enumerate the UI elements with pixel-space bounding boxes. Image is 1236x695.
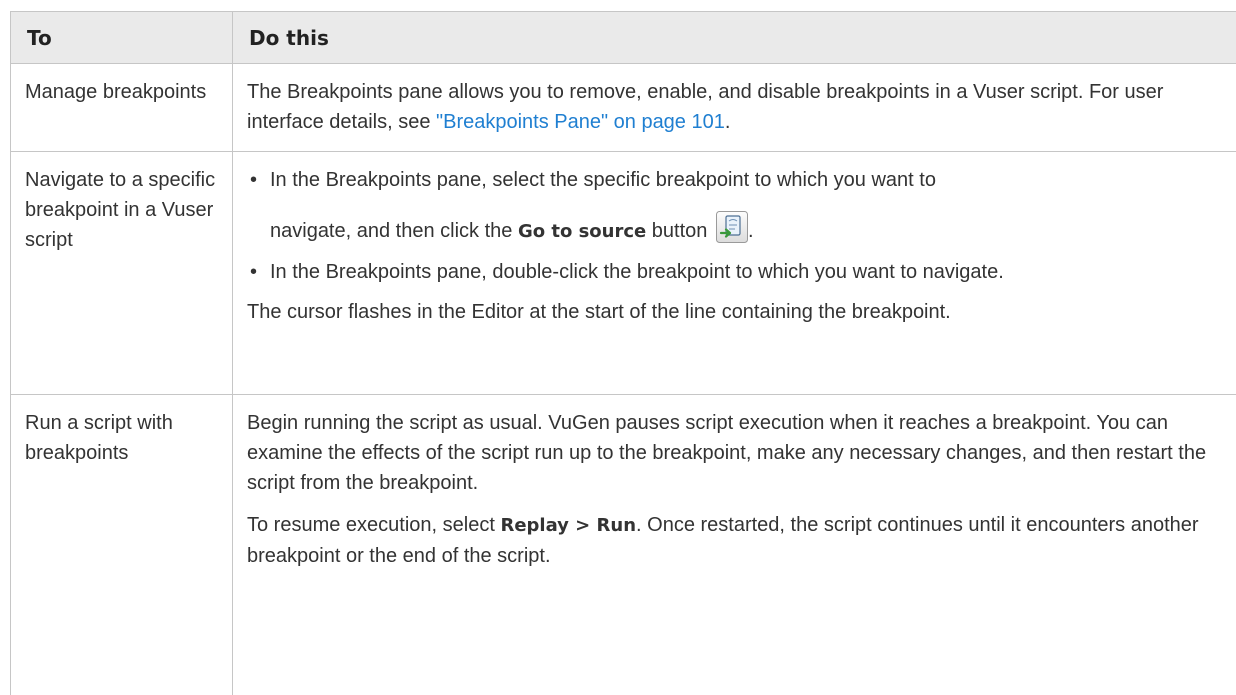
navigate-bullet-list: • In the Breakpoints pane, select the sp… bbox=[247, 165, 1223, 287]
bullet1-text-a: In the Breakpoints pane, select the spec… bbox=[270, 169, 936, 191]
navigate-note: The cursor flashes in the Editor at the … bbox=[247, 297, 1223, 327]
table-row-navigate: Navigate to a specific breakpoint in a V… bbox=[11, 152, 1236, 395]
bullet1-period: . bbox=[748, 220, 754, 242]
list-item: • In the Breakpoints pane, double-click … bbox=[247, 257, 1223, 287]
header-do-this: Do this bbox=[233, 12, 1236, 64]
replay-run-menu-path: Replay > Run bbox=[500, 515, 636, 536]
bullet-icon: • bbox=[250, 257, 257, 287]
go-to-source-label: Go to source bbox=[518, 221, 646, 242]
list-item: • In the Breakpoints pane, select the sp… bbox=[247, 165, 1223, 247]
cell-do-navigate: • In the Breakpoints pane, select the sp… bbox=[233, 152, 1236, 395]
table-row-run: Run a script with breakpoints Begin runn… bbox=[11, 395, 1236, 695]
header-to: To bbox=[11, 12, 233, 64]
table-row-manage: Manage breakpoints The Breakpoints pane … bbox=[11, 64, 1236, 152]
run-para2-text-a: To resume execution, select bbox=[247, 514, 500, 536]
header-row: To Do this bbox=[11, 12, 1236, 64]
bullet1-text-c: button bbox=[646, 220, 713, 242]
bullet1-line2: navigate, and then click the Go to sourc… bbox=[270, 211, 1223, 247]
procedure-table: To Do this Manage breakpoints The Breakp… bbox=[10, 11, 1236, 695]
bullet2-text: In the Breakpoints pane, double-click th… bbox=[270, 261, 1004, 283]
run-paragraph-2: To resume execution, select Replay > Run… bbox=[247, 510, 1223, 571]
bullet-icon: • bbox=[250, 165, 257, 195]
manage-period: . bbox=[725, 111, 731, 133]
cell-to-run: Run a script with breakpoints bbox=[11, 395, 233, 695]
bullet1-text-b: navigate, and then click the bbox=[270, 220, 518, 242]
cell-do-manage: The Breakpoints pane allows you to remov… bbox=[233, 64, 1236, 152]
run-paragraph-1: Begin running the script as usual. VuGen… bbox=[247, 408, 1223, 498]
go-to-source-icon bbox=[716, 211, 748, 243]
cell-do-run: Begin running the script as usual. VuGen… bbox=[233, 395, 1236, 695]
cell-to-navigate: Navigate to a specific breakpoint in a V… bbox=[11, 152, 233, 395]
cell-to-manage: Manage breakpoints bbox=[11, 64, 233, 152]
breakpoints-pane-link[interactable]: "Breakpoints Pane" on page 101 bbox=[436, 111, 725, 133]
